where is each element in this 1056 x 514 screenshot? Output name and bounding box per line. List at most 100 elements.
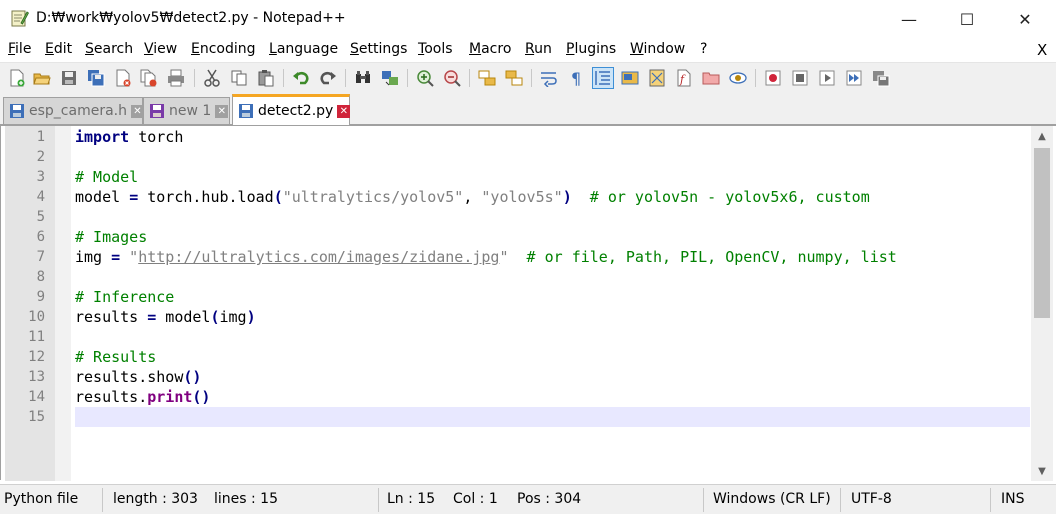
minimize-button[interactable]: —	[880, 0, 938, 38]
line-number: 12	[28, 349, 45, 365]
save-button[interactable]	[58, 67, 80, 89]
menu-file[interactable]: File	[8, 41, 31, 57]
scroll-down-icon[interactable]: ▼	[1031, 461, 1053, 481]
scroll-up-icon[interactable]: ▲	[1031, 126, 1053, 146]
play-macro-icon	[819, 70, 835, 86]
menu-edit[interactable]: Edit	[45, 41, 72, 57]
scrollbar-thumb[interactable]	[1034, 148, 1050, 318]
code-line: results = model(img)	[75, 307, 1030, 327]
line-number: 14	[28, 389, 45, 405]
code-token: # Model	[75, 168, 139, 186]
zoom-out-button[interactable]	[441, 67, 463, 89]
menu-plugins[interactable]: Plugins	[566, 41, 616, 57]
code-token: )	[246, 308, 256, 326]
code-token: (	[273, 188, 283, 206]
redo-icon	[320, 72, 336, 85]
line-number: 8	[36, 269, 45, 285]
show-all-characters-button[interactable]: ¶	[565, 67, 587, 89]
tab-label: detect2.py	[258, 103, 334, 119]
menu-help[interactable]: ?	[700, 41, 707, 57]
toolbar: ¶ f	[0, 62, 1056, 92]
save-macro-button[interactable]	[870, 67, 892, 89]
function-list-button[interactable]: f	[673, 67, 695, 89]
zoom-in-button[interactable]	[414, 67, 436, 89]
tab-detect2-py[interactable]: detect2.py ✕	[232, 94, 351, 125]
paste-button[interactable]	[255, 67, 277, 89]
copy-button[interactable]	[228, 67, 250, 89]
play-macro-button[interactable]	[816, 67, 838, 89]
code-token: # or file, Path, PIL, OpenCV, numpy, lis…	[508, 248, 897, 266]
unsaved-file-icon	[150, 104, 164, 118]
code-token: torch.hub.load	[138, 188, 274, 206]
window-title: D:₩work₩yolov5₩detect2.py - Notepad++	[36, 10, 346, 26]
menu-settings[interactable]: Settings	[350, 41, 407, 57]
find-button[interactable]	[352, 67, 374, 89]
record-macro-button[interactable]	[762, 67, 784, 89]
cut-button[interactable]	[201, 67, 223, 89]
code-token: model	[75, 188, 130, 206]
maximize-icon: ☐	[959, 9, 975, 29]
tab-new-1[interactable]: new 1 ✕	[143, 97, 230, 124]
code-area[interactable]: import torch # Model model = torch.hub.loa…	[75, 126, 1030, 481]
saved-file-icon	[239, 104, 253, 118]
sync-horizontal-button[interactable]	[503, 67, 525, 89]
status-insert-mode: INS	[1001, 491, 1025, 507]
folder-as-workspace-button[interactable]	[700, 67, 722, 89]
maximize-button[interactable]: ☐	[938, 0, 996, 38]
word-wrap-button[interactable]	[538, 67, 560, 89]
code-token: torch	[129, 128, 184, 146]
vertical-scrollbar[interactable]: ▲ ▼	[1031, 126, 1053, 481]
close-file-button[interactable]	[112, 67, 134, 89]
tab-label: esp_camera.h	[29, 103, 127, 119]
code-line: import torch	[75, 127, 1030, 147]
save-all-icon	[88, 70, 105, 87]
toolbar-separator	[345, 69, 346, 87]
menu-tools[interactable]: Tools	[418, 41, 453, 57]
tab-esp-camera-h[interactable]: esp_camera.h ✕	[3, 97, 144, 124]
run-macro-multiple-button[interactable]	[843, 67, 865, 89]
open-file-button[interactable]	[31, 67, 53, 89]
undo-button[interactable]	[290, 67, 312, 89]
new-file-button[interactable]	[6, 67, 28, 89]
menu-search[interactable]: Search	[85, 41, 133, 57]
print-icon	[168, 69, 184, 87]
menu-language[interactable]: Language	[269, 41, 338, 57]
menu-view[interactable]: View	[144, 41, 177, 57]
cut-icon	[204, 69, 220, 87]
close-all-button[interactable]	[138, 67, 160, 89]
code-line: img = "http://ultralytics.com/images/zid…	[75, 247, 1030, 267]
status-divider	[102, 488, 103, 512]
show-all-chars-icon: ¶	[571, 69, 581, 87]
menu-macro[interactable]: Macro	[469, 41, 511, 57]
menu-encoding[interactable]: Encoding	[191, 41, 256, 57]
stop-macro-icon	[792, 70, 808, 86]
status-file-type: Python file	[4, 491, 79, 507]
document-map-button[interactable]	[646, 67, 668, 89]
tab-close-icon[interactable]: ✕	[337, 104, 351, 118]
line-number: 4	[36, 189, 45, 205]
sync-vertical-button[interactable]	[476, 67, 498, 89]
stop-macro-button[interactable]	[789, 67, 811, 89]
monitoring-button[interactable]	[727, 67, 749, 89]
code-token: ()	[183, 368, 202, 386]
fold-margin	[55, 126, 71, 481]
code-token: results	[75, 308, 148, 326]
tab-close-icon[interactable]: ✕	[215, 104, 229, 118]
indent-guide-button[interactable]	[592, 67, 614, 89]
print-button[interactable]	[165, 67, 187, 89]
status-position: Pos : 304	[517, 491, 582, 507]
sync-horizontal-icon	[505, 70, 523, 86]
line-number: 10	[28, 309, 45, 325]
menu-window[interactable]: Window	[630, 41, 685, 57]
code-token: (	[210, 308, 220, 326]
close-window-button[interactable]: ✕	[996, 0, 1054, 38]
close-document-button[interactable]: X	[1037, 41, 1047, 59]
replace-button[interactable]	[379, 67, 401, 89]
save-all-button[interactable]	[85, 67, 107, 89]
user-defined-language-button[interactable]	[619, 67, 641, 89]
redo-button[interactable]	[317, 67, 339, 89]
menu-run[interactable]: Run	[525, 41, 552, 57]
status-column: Col : 1	[453, 491, 498, 507]
